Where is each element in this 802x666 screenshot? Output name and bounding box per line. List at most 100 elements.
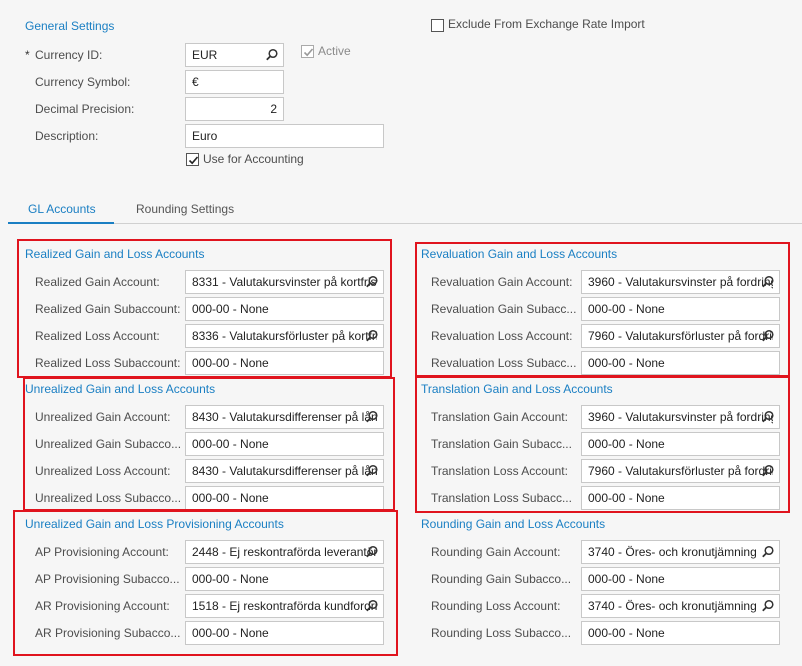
tab-gl-accounts[interactable]: GL Accounts: [28, 202, 96, 216]
active-checkbox[interactable]: [301, 45, 314, 58]
row-label: Translation Gain Subacc...: [431, 437, 572, 451]
field-value: 000-00 - None: [588, 302, 665, 316]
search-icon[interactable]: [761, 545, 775, 559]
ap-provisioning-subaccount-field[interactable]: 000-00 - None: [185, 567, 384, 591]
rounding-group-title: Rounding Gain and Loss Accounts: [421, 517, 606, 531]
unrealized-gain-account-field[interactable]: 8430 - Valutakursdifferenser på lån: [185, 405, 384, 429]
rounding-gain-subaccount-field[interactable]: 000-00 - None: [581, 567, 780, 591]
realized-gain-account-field[interactable]: 8331 - Valutakursvinster på kortfristiga…: [185, 270, 384, 294]
revaluation-gain-account-field[interactable]: 3960 - Valutakursvinster på fordringar: [581, 270, 780, 294]
realized-group-title: Realized Gain and Loss Accounts: [25, 247, 205, 261]
revaluation-group-title: Revaluation Gain and Loss Accounts: [421, 247, 618, 261]
translation-gain-subaccount-field[interactable]: 000-00 - None: [581, 432, 780, 456]
unrealized-loss-account-field[interactable]: 8430 - Valutakursdifferenser på lån: [185, 459, 384, 483]
field-value: 1518 - Ej reskontraförda kundfordringar: [192, 599, 377, 613]
description-field[interactable]: Euro: [185, 124, 384, 148]
currency-symbol-field[interactable]: €: [185, 70, 284, 94]
currency-id-field[interactable]: EUR: [185, 43, 284, 67]
row-label: Unrealized Gain Account:: [35, 410, 171, 424]
row-label: Revaluation Gain Subacc...: [431, 302, 577, 316]
row-label: Revaluation Gain Account:: [431, 275, 573, 289]
tab-bar: GL Accounts Rounding Settings: [8, 196, 802, 224]
checkmark-icon: [188, 156, 199, 165]
rounding-gain-account-field[interactable]: 3740 - Öres- och kronutjämning: [581, 540, 780, 564]
rounding-loss-subaccount-field[interactable]: 000-00 - None: [581, 621, 780, 645]
search-icon[interactable]: [761, 275, 775, 289]
row-label: Revaluation Loss Account:: [431, 329, 573, 343]
search-icon[interactable]: [761, 329, 775, 343]
decimal-precision-value: 2: [270, 102, 277, 116]
row-label: Translation Gain Account:: [431, 410, 568, 424]
realized-loss-subaccount-field[interactable]: 000-00 - None: [185, 351, 384, 375]
field-value: 000-00 - None: [588, 572, 665, 586]
field-value: 000-00 - None: [192, 356, 269, 370]
currency-id-label: Currency ID:: [35, 48, 103, 62]
row-label: Revaluation Loss Subacc...: [431, 356, 577, 370]
field-value: 000-00 - None: [192, 572, 269, 586]
field-value: 2448 - Ej reskontraförda leverantörsskul…: [192, 545, 377, 559]
field-value: 000-00 - None: [192, 626, 269, 640]
field-value: 000-00 - None: [192, 302, 269, 316]
row-label: Unrealized Loss Account:: [35, 464, 171, 478]
unrealized-loss-subaccount-field[interactable]: 000-00 - None: [185, 486, 384, 510]
row-label: Unrealized Gain Subacco...: [35, 437, 182, 451]
row-label: AR Provisioning Subacco...: [35, 626, 181, 640]
realized-gain-subaccount-field[interactable]: 000-00 - None: [185, 297, 384, 321]
rounding-loss-account-field[interactable]: 3740 - Öres- och kronutjämning: [581, 594, 780, 618]
search-icon[interactable]: [365, 599, 379, 613]
ar-provisioning-account-field[interactable]: 1518 - Ej reskontraförda kundfordringar: [185, 594, 384, 618]
general-settings-title: General Settings: [25, 19, 115, 33]
exclude-from-exchange-rate-import-checkbox[interactable]: [431, 19, 444, 32]
field-value: 000-00 - None: [192, 437, 269, 451]
field-value: 000-00 - None: [588, 356, 665, 370]
search-icon[interactable]: [365, 410, 379, 424]
unrealized-gain-subaccount-field[interactable]: 000-00 - None: [185, 432, 384, 456]
search-icon[interactable]: [365, 329, 379, 343]
field-value: 000-00 - None: [588, 626, 665, 640]
checkmark-icon: [303, 48, 314, 57]
active-label: Active: [318, 44, 351, 58]
search-icon[interactable]: [365, 464, 379, 478]
decimal-precision-label: Decimal Precision:: [35, 102, 135, 116]
search-icon[interactable]: [265, 48, 279, 62]
translation-group-title: Translation Gain and Loss Accounts: [421, 382, 613, 396]
row-label: Realized Loss Account:: [35, 329, 160, 343]
currency-symbol-label: Currency Symbol:: [35, 75, 131, 89]
tab-rounding-settings[interactable]: Rounding Settings: [136, 202, 234, 216]
revaluation-loss-account-field[interactable]: 7960 - Valutakursförluster på fordringar: [581, 324, 780, 348]
row-label: Rounding Loss Account:: [431, 599, 561, 613]
search-icon[interactable]: [761, 410, 775, 424]
ap-provisioning-account-field[interactable]: 2448 - Ej reskontraförda leverantörsskul…: [185, 540, 384, 564]
field-value: 000-00 - None: [588, 491, 665, 505]
ar-provisioning-subaccount-field[interactable]: 000-00 - None: [185, 621, 384, 645]
translation-gain-account-field[interactable]: 3960 - Valutakursvinster på fordringar: [581, 405, 780, 429]
row-label: Translation Loss Subacc...: [431, 491, 572, 505]
description-value: Euro: [192, 129, 218, 143]
decimal-precision-field[interactable]: 2: [185, 97, 284, 121]
realized-loss-account-field[interactable]: 8336 - Valutakursförluster på kortfristi…: [185, 324, 384, 348]
revaluation-gain-subaccount-field[interactable]: 000-00 - None: [581, 297, 780, 321]
search-icon[interactable]: [761, 464, 775, 478]
use-for-accounting-label: Use for Accounting: [203, 152, 304, 166]
description-label: Description:: [35, 129, 99, 143]
translation-loss-subaccount-field[interactable]: 000-00 - None: [581, 486, 780, 510]
field-value: 7960 - Valutakursförluster på fordringar: [588, 329, 773, 343]
search-icon[interactable]: [365, 275, 379, 289]
revaluation-loss-subaccount-field[interactable]: 000-00 - None: [581, 351, 780, 375]
search-icon[interactable]: [761, 599, 775, 613]
translation-loss-account-field[interactable]: 7960 - Valutakursförluster på fordringar: [581, 459, 780, 483]
search-icon[interactable]: [365, 545, 379, 559]
currency-symbol-value: €: [192, 75, 199, 89]
field-value: 7960 - Valutakursförluster på fordringar: [588, 464, 773, 478]
field-value: 000-00 - None: [192, 491, 269, 505]
provisioning-group-title: Unrealized Gain and Loss Provisioning Ac…: [25, 517, 284, 531]
field-value: 8430 - Valutakursdifferenser på lån: [192, 464, 377, 478]
exclude-from-exchange-rate-import-label: Exclude From Exchange Rate Import: [448, 17, 645, 31]
unrealized-group-title: Unrealized Gain and Loss Accounts: [25, 382, 216, 396]
use-for-accounting-checkbox[interactable]: [186, 153, 199, 166]
row-label: Realized Gain Account:: [35, 275, 160, 289]
row-label: AP Provisioning Account:: [35, 545, 169, 559]
required-mark: *: [25, 48, 30, 62]
field-value: 3740 - Öres- och kronutjämning: [588, 599, 757, 613]
row-label: Rounding Loss Subacco...: [431, 626, 572, 640]
